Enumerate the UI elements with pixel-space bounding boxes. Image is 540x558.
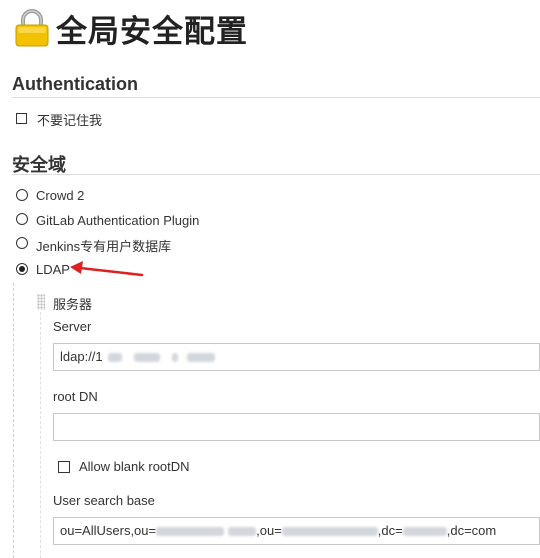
page-header: 全局安全配置 xyxy=(14,6,248,50)
allow-blank-rootdn-checkbox[interactable] xyxy=(58,461,70,473)
radio-jenkins-db-label: Jenkins专有用户数据库 xyxy=(36,239,172,254)
server-value: ldap://1 xyxy=(60,349,103,364)
padlock-icon xyxy=(15,9,49,47)
authentication-divider xyxy=(12,97,540,98)
server-group-guide xyxy=(40,312,41,558)
radio-crowd2-label: Crowd 2 xyxy=(36,188,85,203)
server-group-label: 服务器 xyxy=(53,297,93,312)
authentication-heading: Authentication xyxy=(12,74,138,94)
drag-handle-icon[interactable] xyxy=(37,294,45,310)
user-search-base-label: User search base xyxy=(53,493,155,508)
radio-ldap-label: LDAP xyxy=(36,262,70,277)
allow-blank-rootdn-label: Allow blank rootDN xyxy=(79,459,190,474)
remember-me-checkbox[interactable] xyxy=(16,113,27,124)
remember-me-label: 不要记住我 xyxy=(37,113,103,128)
server-input[interactable]: ldap://1 xyxy=(53,343,540,371)
radio-ldap[interactable] xyxy=(16,263,28,275)
server-label: Server xyxy=(53,319,92,334)
root-dn-input[interactable] xyxy=(53,413,540,441)
radio-jenkins-db[interactable] xyxy=(16,237,28,249)
root-dn-label: root DN xyxy=(53,389,98,404)
radio-gitlab[interactable] xyxy=(16,213,28,225)
page-title: 全局安全配置 xyxy=(56,13,248,49)
radio-crowd2[interactable] xyxy=(16,189,28,201)
radio-gitlab-label: GitLab Authentication Plugin xyxy=(36,213,200,228)
ldap-config-guide xyxy=(13,283,14,558)
security-realm-divider xyxy=(12,174,540,175)
annotation-arrow-icon xyxy=(70,261,144,277)
user-search-base-input[interactable]: ou=AllUsers,ou= ,ou= ,dc= ,dc=com xyxy=(53,517,540,545)
